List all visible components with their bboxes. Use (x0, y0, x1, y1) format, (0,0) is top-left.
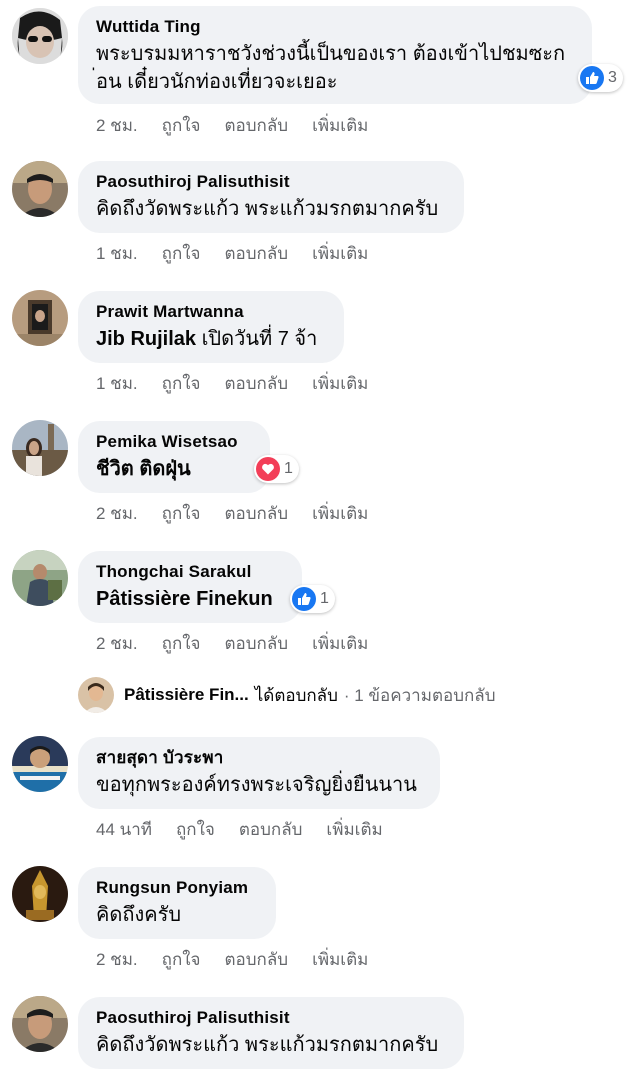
more-button[interactable]: เพิ่มเติม (312, 950, 368, 969)
reply-button[interactable]: ตอบกลับ (225, 634, 289, 653)
avatar-photo-icon (78, 677, 114, 713)
comment-bubble: Paosuthiroj Palisuthisit คิดถึงวัดพระแก้… (78, 997, 464, 1069)
comment-text: คิดถึงวัดพระแก้ว พระแก้วมรกตมากครับ (96, 198, 439, 220)
like-button[interactable]: ถูกใจ (162, 244, 201, 263)
like-button[interactable]: ถูกใจ (162, 504, 201, 523)
like-button[interactable]: ถูกใจ (176, 820, 215, 839)
comment-text: คิดถึงวัดพระแก้ว พระแก้วมรกตมากครับ (96, 1034, 439, 1056)
comment-time[interactable]: 2 ชม. (96, 634, 138, 653)
comment-author[interactable]: Thongchai Sarakul (96, 561, 284, 583)
comment-time[interactable]: 1 ชม. (96, 374, 138, 393)
comment-bubble: Paosuthiroj Palisuthisit คิดถึงวัดพระแก้… (78, 161, 464, 233)
like-icon (580, 66, 604, 90)
like-button[interactable]: ถูกใจ (162, 374, 201, 393)
comment-actions: 44 นาที ถูกใจ ตอบกลับ เพิ่มเติม (96, 816, 407, 843)
comment-author[interactable]: Rungsun Ponyiam (96, 877, 258, 899)
reply-action-text: ได้ตอบกลับ (254, 685, 338, 705)
comment-actions: 2 ชม. ถูกใจ ตอบกลับ เพิ่มเติม (96, 630, 392, 657)
comment-author[interactable]: Paosuthiroj Palisuthisit (96, 171, 446, 193)
avatar-photo-icon (12, 420, 68, 476)
comment-actions: 1 ชม. ถูกใจ ตอบกลับ เพิ่มเติม (96, 240, 392, 267)
reaction-count: 3 (608, 69, 617, 86)
comment-actions: 2 ชม. ถูกใจ ตอบกลับ เพิ่มเติม (96, 112, 392, 139)
reaction-badge[interactable]: 3 (578, 64, 623, 92)
reaction-badge[interactable]: 1 (254, 455, 299, 483)
comment-bubble: Rungsun Ponyiam คิดถึงครับ (78, 867, 276, 939)
comment-author[interactable]: สายสุดา บัวระพา (96, 747, 422, 769)
comment-text-body: ชีวิต ติดฝุ่น (96, 458, 191, 480)
avatar-photo-icon (12, 996, 68, 1052)
reply-button[interactable]: ตอบกลับ (225, 504, 289, 523)
more-button[interactable]: เพิ่มเติม (326, 820, 382, 839)
reply-button[interactable]: ตอบกลับ (225, 244, 289, 263)
comment-author[interactable]: Pemika Wisetsao (96, 431, 252, 453)
like-button[interactable]: ถูกใจ (162, 116, 201, 135)
reply-button[interactable]: ตอบกลับ (225, 116, 289, 135)
comment-text: พระบรมมหาราชวังช่วงนี้เป็นของเรา ต้องเข้… (96, 40, 574, 96)
comment-time[interactable]: 44 นาที (96, 820, 152, 839)
like-icon (292, 587, 316, 611)
comment-actions: 2 ชม. ถูกใจ ตอบกลับ เพิ่มเติม (96, 946, 392, 973)
reply-author[interactable]: Pâtissière Fin... (124, 685, 249, 705)
comment-author[interactable]: Wuttida Ting (96, 16, 574, 38)
comment-bubble: Wuttida Ting พระบรมมหาราชวังช่วงนี้เป็นข… (78, 6, 592, 104)
avatar[interactable] (12, 8, 68, 64)
avatar[interactable] (12, 996, 68, 1052)
reply-count: · 1 ข้อความตอบกลับ (343, 685, 496, 705)
avatar[interactable] (12, 290, 68, 346)
view-replies-link[interactable]: Pâtissière Fin... ได้ตอบกลับ · 1 ข้อความ… (78, 676, 495, 714)
reply-button[interactable]: ตอบกลับ (239, 820, 303, 839)
like-button[interactable]: ถูกใจ (162, 634, 201, 653)
comment-bubble: Prawit Martwanna Jib Rujilak เปิดวันที่ … (78, 291, 344, 363)
reaction-count: 1 (284, 460, 293, 477)
comment-text: คิดถึงครับ (96, 904, 182, 926)
comment-author[interactable]: Prawit Martwanna (96, 301, 326, 323)
comment-author[interactable]: Paosuthiroj Palisuthisit (96, 1007, 446, 1029)
comment-time[interactable]: 1 ชม. (96, 244, 138, 263)
avatar[interactable] (12, 550, 68, 606)
comment-time[interactable]: 2 ชม. (96, 116, 138, 135)
comment-text-line-2: ่อน เดี๋ยวนักท่องเที่ยวจะเยอะ (96, 71, 338, 93)
comment-time[interactable]: 2 ชม. (96, 504, 138, 523)
comment-text: ชีวิต ติดฝุ่น (96, 455, 252, 483)
mention-link[interactable]: Jib Rujilak (96, 328, 196, 350)
more-button[interactable]: เพิ่มเติม (312, 244, 368, 263)
avatar-photo-icon (12, 8, 68, 64)
comment-bubble: Pemika Wisetsao ชีวิต ติดฝุ่น (78, 421, 270, 493)
love-icon (256, 457, 280, 481)
comment-text-line-1: พระบรมมหาราชวังช่วงนี้เป็นของเรา ต้องเข้… (96, 43, 566, 65)
avatar[interactable] (12, 866, 68, 922)
more-button[interactable]: เพิ่มเติม (312, 634, 368, 653)
comment-bubble: Thongchai Sarakul Pâtissière Finekun (78, 551, 302, 623)
avatar[interactable] (12, 420, 68, 476)
more-button[interactable]: เพิ่มเติม (312, 504, 368, 523)
avatar-photo-icon (12, 736, 68, 792)
more-button[interactable]: เพิ่มเติม (312, 374, 368, 393)
comment-actions: 1 ชม. ถูกใจ ตอบกลับ เพิ่มเติม (96, 370, 392, 397)
comment-time[interactable]: 2 ชม. (96, 950, 138, 969)
avatar-photo-icon (12, 161, 68, 217)
comment-text: ขอทุกพระองค์ทรงพระเจริญยิ่งยืนนาน (96, 774, 417, 796)
more-button[interactable]: เพิ่มเติม (312, 116, 368, 135)
mention-link[interactable]: Pâtissière Finekun (96, 588, 273, 610)
reply-button[interactable]: ตอบกลับ (225, 374, 289, 393)
comment-text: Pâtissière Finekun (96, 585, 284, 613)
avatar[interactable] (12, 736, 68, 792)
comment-text-body: เปิดวันที่ 7 จ้า (196, 328, 318, 350)
avatar-photo-icon (12, 290, 68, 346)
reaction-count: 1 (320, 590, 329, 607)
comment-bubble: สายสุดา บัวระพา ขอทุกพระองค์ทรงพระเจริญย… (78, 737, 440, 809)
reply-button[interactable]: ตอบกลับ (225, 950, 289, 969)
reaction-badge[interactable]: 1 (290, 585, 335, 613)
avatar[interactable] (12, 161, 68, 217)
avatar-photo-icon (12, 866, 68, 922)
comment-text: Jib Rujilak เปิดวันที่ 7 จ้า (96, 325, 326, 353)
avatar-photo-icon (12, 550, 68, 606)
avatar (78, 677, 114, 713)
comment-actions: 2 ชม. ถูกใจ ตอบกลับ เพิ่มเติม (96, 500, 392, 527)
like-button[interactable]: ถูกใจ (162, 950, 201, 969)
